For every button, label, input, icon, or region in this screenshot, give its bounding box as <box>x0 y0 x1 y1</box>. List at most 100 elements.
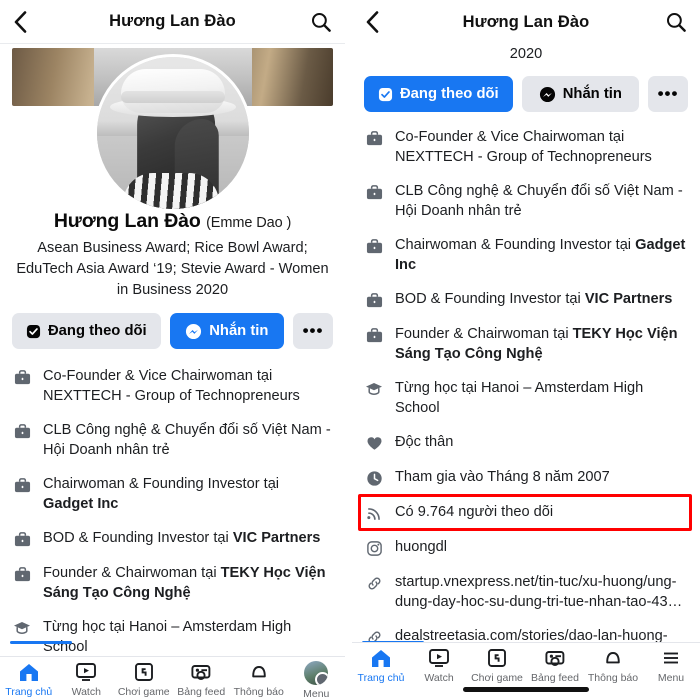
message-button-label: Nhắn tin <box>562 86 622 102</box>
info-row-text: BOD & Founding Investor tại VIC Partners <box>43 530 321 546</box>
briefcase-icon <box>364 325 384 345</box>
search-icon[interactable] <box>660 12 686 32</box>
back-icon[interactable] <box>14 10 40 33</box>
tab-feed[interactable]: Bảng feed <box>526 647 584 684</box>
info-row-work-clb[interactable]: CLB Công nghệ & Chuyển đổi số Việt Nam -… <box>12 413 333 467</box>
tab-notifications[interactable]: Thông báo <box>230 661 288 698</box>
avatar-menu-icon <box>304 661 329 685</box>
tab-gaming-label: Chơi game <box>471 672 523 684</box>
message-button[interactable]: Nhắn tin <box>521 76 639 112</box>
info-row-instagram[interactable]: huongdl <box>364 530 688 565</box>
follow-button[interactable]: Đang theo dõi <box>364 76 513 112</box>
info-row-work-gadget[interactable]: Chairwoman & Founding Investor tại Gadge… <box>12 467 333 521</box>
message-button[interactable]: Nhắn tin <box>169 313 284 349</box>
tab-menu[interactable]: Menu <box>642 647 700 684</box>
right-action-buttons: Đang theo dõi Nhắn tin ••• <box>352 68 700 118</box>
messenger-icon <box>185 323 202 340</box>
info-row-text: BOD & Founding Investor tại VIC Partners <box>395 291 673 307</box>
info-row-work-nexttech[interactable]: Co-Founder & Vice Chairwoman tại NEXTTEC… <box>364 120 688 174</box>
follow-button[interactable]: Đang theo dõi <box>12 313 161 349</box>
tab-watch-label: Watch <box>71 686 101 698</box>
page-title: Hương Lan Đào <box>109 12 236 30</box>
home-indicator-bar <box>463 687 589 692</box>
info-row-text: Founder & Chairwoman tại TEKY Học Viện S… <box>395 326 678 362</box>
cover-photo-area <box>0 44 345 212</box>
info-row-work-gadget[interactable]: Chairwoman & Founding Investor tại Gadge… <box>364 228 688 282</box>
info-row-work-teky[interactable]: Founder & Chairwoman tại TEKY Học Viện S… <box>364 317 688 371</box>
avatar-hat-band <box>120 91 225 103</box>
tab-home[interactable]: Trang chủ <box>352 647 410 684</box>
profile-name: Hương Lan Đào (Emme Dao ) <box>0 210 345 233</box>
briefcase-icon <box>364 128 384 148</box>
checked-badge-icon <box>26 324 41 339</box>
info-row-text: Độc thân <box>395 434 454 450</box>
follow-button-label: Đang theo dõi <box>48 323 147 339</box>
bell-icon <box>601 647 625 669</box>
bell-icon <box>247 661 271 683</box>
info-row-work-vic[interactable]: BOD & Founding Investor tại VIC Partners <box>12 521 333 556</box>
info-row-text: Tham gia vào Tháng 8 năm 2007 <box>395 469 610 485</box>
briefcase-icon <box>12 564 32 584</box>
info-row-text: CLB Công nghệ & Chuyển đổi số Việt Nam -… <box>395 183 683 219</box>
tab-home-label: Trang chủ <box>357 672 405 684</box>
more-options-button[interactable]: ••• <box>648 76 688 112</box>
right-phone-panel: Hương Lan Đào 2020 Đang theo dõi Nhắn ti… <box>352 0 700 700</box>
info-row-joined[interactable]: Tham gia vào Tháng 8 năm 2007 <box>364 460 688 495</box>
heart-icon <box>364 433 384 453</box>
clock-icon <box>364 468 384 488</box>
info-row-text: Chairwoman & Founding Investor tại Gadge… <box>395 237 686 273</box>
info-row-work-clb[interactable]: CLB Công nghệ & Chuyển đổi số Việt Nam -… <box>364 174 688 228</box>
tab-gaming[interactable]: Chơi game <box>468 647 526 684</box>
info-row-bold: VIC Partners <box>584 291 673 307</box>
profile-alias: (Emme Dao ) <box>206 215 292 231</box>
briefcase-icon <box>364 182 384 202</box>
tab-menu-label: Menu <box>657 672 685 684</box>
info-row-work-nexttech[interactable]: Co-Founder & Vice Chairwoman tại NEXTTEC… <box>12 359 333 413</box>
right-topbar: Hương Lan Đào <box>352 0 700 44</box>
info-row-link-vnexpress[interactable]: startup.vnexpress.net/tin-tuc/xu-huong/u… <box>364 565 688 619</box>
graduation-cap-icon <box>12 618 32 638</box>
info-row-text: startup.vnexpress.net/tin-tuc/xu-huong/u… <box>395 574 683 610</box>
tab-watch[interactable]: Watch <box>410 647 468 684</box>
message-button-label: Nhắn tin <box>209 323 269 339</box>
briefcase-icon <box>12 367 32 387</box>
right-bio-tail: 2020 <box>352 44 700 68</box>
info-row-text: Từng học tại Hanoi – Amsterdam High Scho… <box>43 619 292 655</box>
info-row-education[interactable]: Từng học tại Hanoi – Amsterdam High Scho… <box>364 371 688 425</box>
tab-feed[interactable]: Bảng feed <box>173 661 231 698</box>
briefcase-icon <box>364 290 384 310</box>
left-topbar: Hương Lan Đào <box>0 0 345 44</box>
info-row-work-teky[interactable]: Founder & Chairwoman tại TEKY Học Viện S… <box>12 556 333 610</box>
more-options-button[interactable]: ••• <box>293 313 333 349</box>
briefcase-icon <box>12 529 32 549</box>
feed-icon <box>543 647 567 669</box>
gaming-icon <box>485 647 509 669</box>
search-icon[interactable] <box>305 12 331 32</box>
home-icon <box>369 647 393 669</box>
messenger-icon <box>539 86 556 103</box>
info-row-relationship[interactable]: Độc thân <box>364 425 688 460</box>
graduation-cap-icon <box>364 379 384 399</box>
info-row-text: Có 9.764 người theo dõi <box>395 504 554 520</box>
tab-home[interactable]: Trang chủ <box>0 661 58 698</box>
avatar[interactable] <box>93 54 252 212</box>
gaming-icon <box>132 661 156 683</box>
home-icon <box>17 661 41 683</box>
tab-gaming-label: Chơi game <box>117 686 170 698</box>
tab-notifications-label: Thông báo <box>233 686 284 698</box>
right-info-list: Co-Founder & Vice Chairwoman tại NEXTTEC… <box>352 118 700 700</box>
tab-feed-label: Bảng feed <box>177 686 226 698</box>
tab-notifications[interactable]: Thông báo <box>584 647 642 684</box>
info-row-work-vic[interactable]: BOD & Founding Investor tại VIC Partners <box>364 282 688 317</box>
feed-icon <box>189 661 213 683</box>
info-row-followers[interactable]: Có 9.764 người theo dõi <box>358 494 692 531</box>
info-row-text: CLB Công nghệ & Chuyển đổi số Việt Nam -… <box>43 422 331 458</box>
avatar-shoulder <box>122 173 219 209</box>
tab-menu[interactable]: Menu <box>288 661 346 700</box>
back-icon[interactable] <box>366 11 392 33</box>
link-icon <box>364 573 384 593</box>
tab-gaming[interactable]: Chơi game <box>115 661 173 698</box>
tab-watch[interactable]: Watch <box>58 661 116 698</box>
tab-menu-label: Menu <box>303 688 330 700</box>
watch-icon <box>74 661 98 683</box>
